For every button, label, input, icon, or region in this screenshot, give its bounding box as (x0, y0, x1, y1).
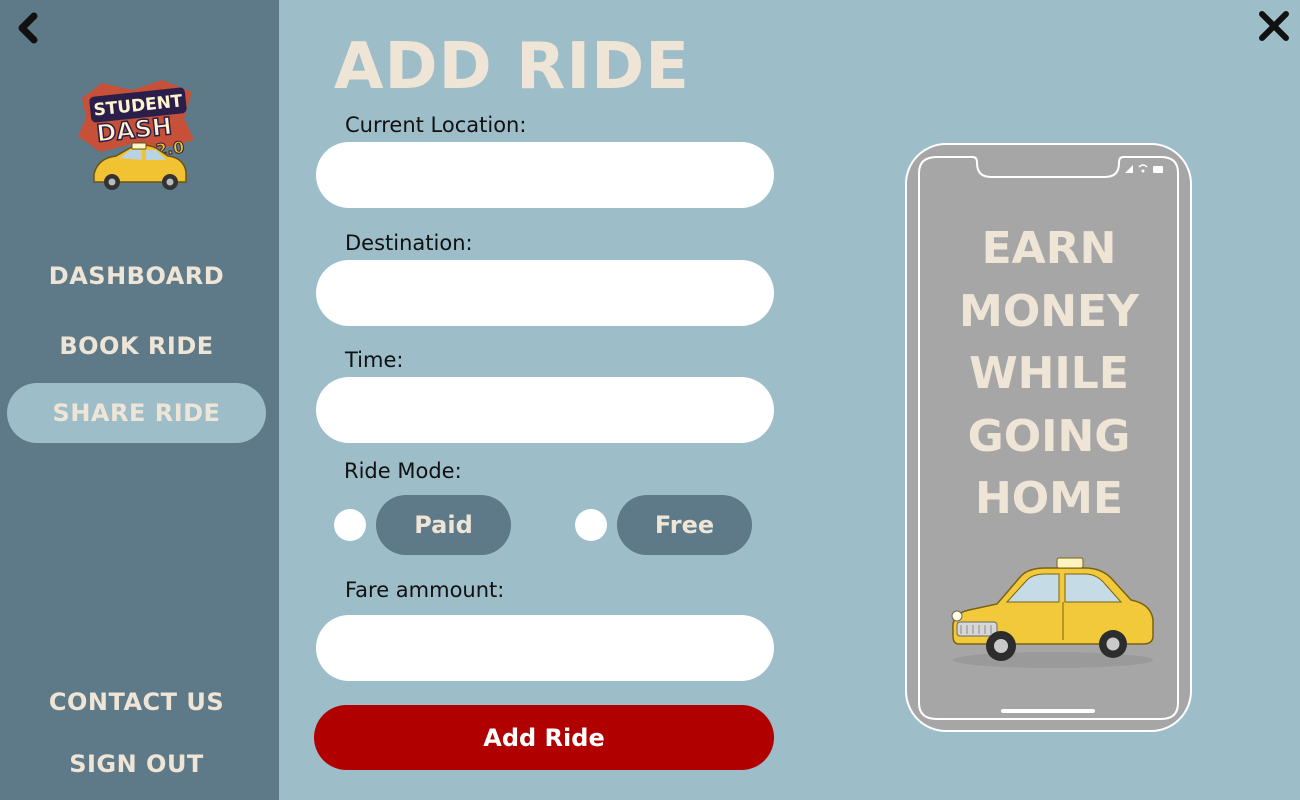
nav-sign-out[interactable]: SIGN OUT (7, 734, 266, 794)
nav-share-ride-label: SHARE RIDE (52, 399, 221, 427)
ride-mode-free-label: Free (654, 511, 715, 539)
nav-dashboard-label: DASHBOARD (48, 262, 225, 290)
promo-line: MONEY (959, 285, 1139, 337)
nav-contact-us[interactable]: CONTACT US (7, 672, 266, 732)
nav-share-ride[interactable]: SHARE RIDE (7, 383, 266, 443)
nav-book-ride[interactable]: BOOK RIDE (7, 316, 266, 376)
promo-line: WHILE (969, 348, 1129, 399)
fare-amount-label: Fare ammount: (345, 578, 505, 602)
add-ride-button[interactable]: Add Ride (314, 705, 774, 770)
ride-mode-paid-option[interactable]: Paid (376, 495, 511, 555)
destination-input[interactable] (316, 260, 774, 326)
promo-line: EARN (981, 223, 1117, 274)
nav-book-ride-label: BOOK RIDE (59, 332, 214, 360)
fare-amount-input[interactable] (316, 615, 774, 681)
promo-text: EARN MONEY WHILE GOING HOME (919, 218, 1179, 531)
app-logo: STUDENT DASH 2.0 (72, 78, 202, 200)
destination-label: Destination: (345, 231, 473, 255)
nav-contact-us-label: CONTACT US (48, 688, 225, 716)
current-location-label: Current Location: (345, 113, 527, 137)
promo-line: GOING (967, 410, 1131, 462)
taxi-icon (945, 556, 1161, 672)
promo-line: HOME (974, 473, 1124, 524)
ride-mode-free-option[interactable]: Free (617, 495, 752, 555)
ride-mode-free-radio[interactable] (575, 509, 607, 541)
nav-sign-out-label: SIGN OUT (69, 750, 204, 778)
page-title: ADD RIDE (334, 30, 690, 104)
time-input[interactable] (316, 377, 774, 443)
ride-mode-paid-label: Paid (414, 511, 473, 539)
chevron-left-icon (18, 12, 38, 44)
back-button[interactable] (14, 12, 44, 44)
time-label: Time: (345, 348, 404, 372)
ride-mode-paid-radio[interactable] (334, 509, 366, 541)
close-button[interactable] (1256, 8, 1292, 44)
ride-mode-label: Ride Mode: (344, 459, 462, 483)
current-location-input[interactable] (316, 142, 774, 208)
nav-dashboard[interactable]: DASHBOARD (7, 246, 266, 306)
close-icon (1259, 11, 1289, 41)
